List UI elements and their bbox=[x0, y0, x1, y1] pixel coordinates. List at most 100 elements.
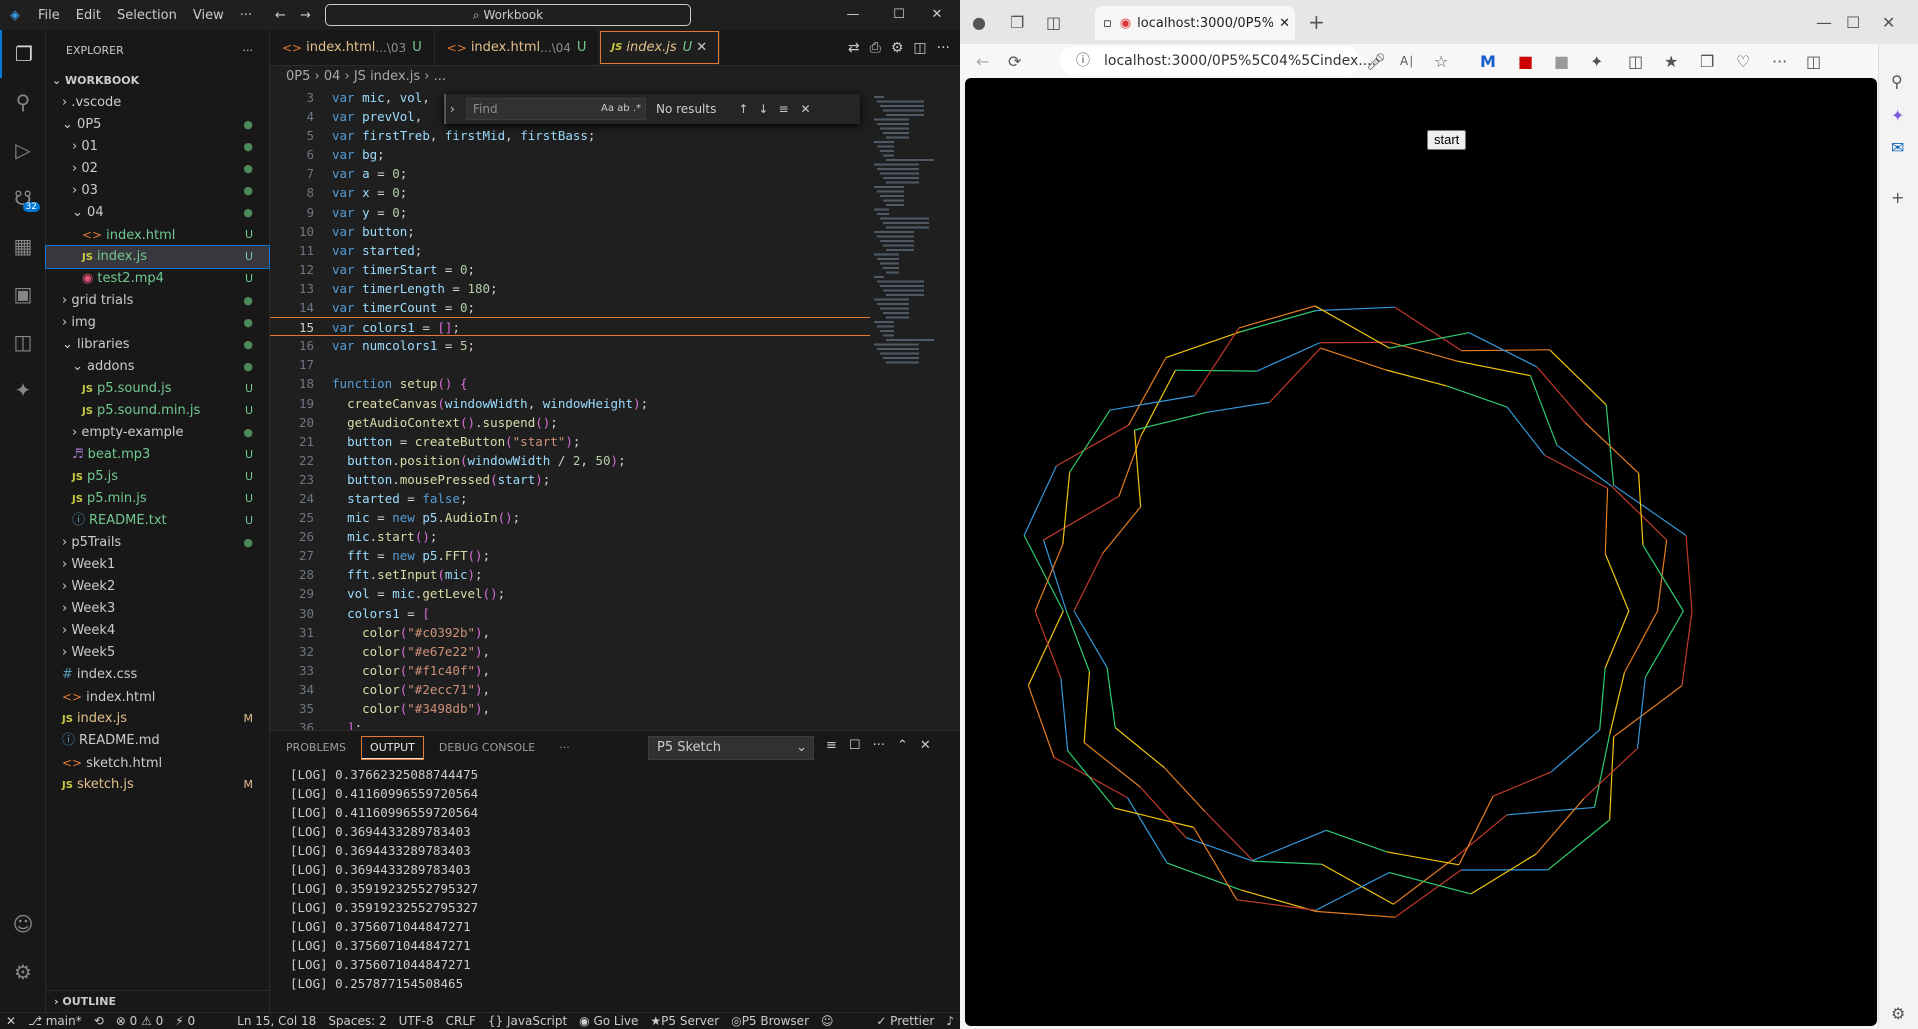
remote-explorer-icon[interactable]: ▣ bbox=[0, 270, 46, 318]
code-line[interactable]: 8 var x = 0; bbox=[270, 183, 870, 202]
back-icon[interactable]: ← bbox=[976, 52, 989, 71]
refresh-icon[interactable]: ⟳ bbox=[1008, 52, 1021, 71]
settings-gear-icon[interactable]: ⚙ bbox=[0, 948, 46, 996]
editor-tab[interactable]: JS index.js U ✕ bbox=[599, 30, 721, 65]
close-tab-icon[interactable]: ✕ bbox=[1279, 16, 1290, 31]
close-icon[interactable]: ✕ bbox=[1882, 13, 1895, 32]
status-item[interactable]: ◎P5 Browser bbox=[725, 1014, 815, 1028]
tree-item[interactable]: › .vscode bbox=[46, 92, 269, 114]
tree-item[interactable]: › empty-example ● bbox=[46, 422, 269, 444]
tree-item[interactable]: JS p5.sound.js U bbox=[46, 378, 269, 400]
output-channel-select[interactable]: P5 Sketch ⌄ bbox=[648, 736, 814, 760]
split-screen-icon[interactable]: ◫ bbox=[1628, 52, 1643, 71]
close-panel-icon[interactable]: ✕ bbox=[920, 738, 931, 753]
code-line[interactable]: 5 var firstTreb, firstMid, firstBass; bbox=[270, 126, 870, 145]
print-icon[interactable]: ⎙ bbox=[870, 40, 881, 56]
tree-item[interactable]: ◉ test2.mp4 U bbox=[46, 268, 269, 290]
code-line[interactable]: 30 colors1 = [ bbox=[270, 604, 870, 623]
code-line[interactable]: 22 button.position(windowWidth / 2, 50); bbox=[270, 451, 870, 470]
nav-back-icon[interactable]: ← bbox=[275, 8, 286, 23]
code-line[interactable]: 7 var a = 0; bbox=[270, 164, 870, 183]
status-item[interactable]: UTF-8 bbox=[393, 1014, 440, 1028]
close-icon[interactable]: ✕ bbox=[914, 0, 960, 30]
tree-item[interactable]: › Week3 bbox=[46, 598, 269, 620]
extensions-icon[interactable]: ▦ bbox=[0, 222, 46, 270]
sidebar-toggle-icon[interactable]: ◫ bbox=[1806, 52, 1821, 71]
tree-item[interactable]: # index.css bbox=[46, 664, 269, 686]
add-icon[interactable]: + bbox=[1891, 188, 1904, 207]
remote-icon[interactable]: ✕ bbox=[0, 1014, 22, 1028]
puzzle-icon[interactable]: ✦ bbox=[0, 366, 46, 414]
find-options[interactable]: Aa ab .* bbox=[601, 99, 641, 119]
tree-item[interactable]: › Week2 bbox=[46, 576, 269, 598]
tree-item[interactable]: › Week1 bbox=[46, 554, 269, 576]
tree-item[interactable]: ⓘ README.md bbox=[46, 730, 269, 752]
p5-canvas[interactable]: start bbox=[965, 78, 1877, 1026]
code-editor[interactable]: 3 var mic, vol, 4 var prevVol, 5 var firstT… bbox=[270, 88, 870, 730]
code-line[interactable]: 14 var timerCount = 0; bbox=[270, 298, 870, 317]
code-line[interactable]: 27 fft = new p5.FFT(); bbox=[270, 546, 870, 565]
status-item[interactable]: ⎇ main* bbox=[22, 1014, 88, 1028]
code-line[interactable]: 36 ]; bbox=[270, 718, 870, 730]
editor-tab[interactable]: <> index.html ...\03 U bbox=[270, 30, 435, 65]
clear-output-icon[interactable]: ≡ bbox=[826, 738, 837, 753]
outlook-icon[interactable]: ✉ bbox=[1891, 138, 1904, 157]
code-line[interactable]: 34 color("#2ecc71"), bbox=[270, 680, 870, 699]
workspace-root[interactable]: ⌄ WORKBOOK bbox=[46, 70, 269, 92]
tree-item[interactable]: › grid trials ● bbox=[46, 290, 269, 312]
tree-item[interactable]: JS index.js U bbox=[45, 245, 270, 269]
tree-item[interactable]: <> index.html U bbox=[46, 224, 269, 246]
code-line[interactable]: 25 mic = new p5.AudioIn(); bbox=[270, 508, 870, 527]
find-in-selection-icon[interactable]: ≡ bbox=[778, 102, 788, 116]
performance-icon[interactable]: ♡ bbox=[1736, 52, 1750, 71]
tree-item[interactable]: ⓘ README.txt U bbox=[46, 510, 269, 532]
close-find-icon[interactable]: ✕ bbox=[801, 102, 811, 116]
read-aloud-icon[interactable]: A∣ bbox=[1400, 54, 1414, 68]
minimap[interactable] bbox=[870, 88, 960, 730]
tree-item[interactable]: › 01 ● bbox=[46, 136, 269, 158]
panel-tab[interactable]: DEBUG CONSOLE bbox=[431, 737, 543, 759]
code-line[interactable]: 26 mic.start(); bbox=[270, 527, 870, 546]
status-item[interactable]: ☺ bbox=[815, 1014, 840, 1028]
site-info-icon[interactable]: ⓘ bbox=[1076, 46, 1090, 76]
menu-item[interactable]: Edit bbox=[68, 8, 109, 23]
tree-item[interactable]: JS p5.min.js U bbox=[46, 488, 269, 510]
favorite-icon[interactable]: ☆ bbox=[1434, 52, 1448, 71]
split-editor-icon[interactable]: ◫ bbox=[913, 40, 926, 56]
source-control-icon[interactable]: ☋ 32 bbox=[0, 174, 46, 222]
menu-item[interactable]: File bbox=[30, 8, 68, 23]
status-item[interactable]: ⚡ 0 bbox=[169, 1014, 201, 1028]
code-line[interactable]: 6 var bg; bbox=[270, 145, 870, 164]
panel-tab[interactable]: ··· bbox=[551, 737, 578, 759]
settings-more-icon[interactable]: ··· bbox=[1772, 52, 1787, 71]
code-line[interactable]: 11 var started; bbox=[270, 241, 870, 260]
more-icon[interactable]: ··· bbox=[873, 738, 885, 753]
compare-icon[interactable]: ⇄ bbox=[848, 40, 860, 56]
mic-icon[interactable]: 🎤︎ bbox=[1366, 52, 1386, 71]
code-line[interactable]: 28 fft.setInput(mic); bbox=[270, 565, 870, 584]
extensions-icon[interactable]: ✦ bbox=[1590, 52, 1603, 71]
browser-tab[interactable]: ▫ ◉ localhost:3000/0P5%5C04% ✕ bbox=[1095, 6, 1295, 40]
copilot-icon[interactable]: ✦ bbox=[1891, 106, 1904, 125]
tree-item[interactable]: <> sketch.html bbox=[46, 752, 269, 774]
tree-item[interactable]: <> index.html bbox=[46, 686, 269, 708]
tree-item[interactable]: JS sketch.js M bbox=[46, 774, 269, 796]
command-center-search[interactable]: ⌕ Workbook bbox=[325, 4, 691, 26]
status-item[interactable]: ✓ Prettier bbox=[870, 1014, 940, 1028]
status-item[interactable]: ★P5 Server bbox=[644, 1014, 725, 1028]
code-line[interactable]: 15 var colors1 = []; bbox=[270, 317, 870, 337]
run-debug-icon[interactable]: ▷ bbox=[0, 126, 46, 174]
close-tab-icon[interactable]: ✕ bbox=[692, 40, 707, 55]
status-item[interactable]: ⟲ bbox=[88, 1014, 110, 1028]
status-item[interactable]: ♪ bbox=[940, 1014, 960, 1028]
lock-icon[interactable]: ☐ bbox=[849, 738, 861, 753]
code-line[interactable]: 13 var timerLength = 180; bbox=[270, 279, 870, 298]
status-item[interactable]: ◉ Go Live bbox=[573, 1014, 644, 1028]
minimize-icon[interactable]: — bbox=[830, 0, 876, 30]
code-line[interactable]: 12 var timerStart = 0; bbox=[270, 260, 870, 279]
code-line[interactable]: 19 createCanvas(windowWidth, windowHeigh… bbox=[270, 394, 870, 413]
code-line[interactable]: 33 color("#f1c40f"), bbox=[270, 661, 870, 680]
code-line[interactable]: 21 button = createButton("start"); bbox=[270, 432, 870, 451]
explorer-icon[interactable]: ❐ bbox=[0, 30, 46, 78]
extension-m-icon[interactable]: M bbox=[1480, 52, 1496, 71]
